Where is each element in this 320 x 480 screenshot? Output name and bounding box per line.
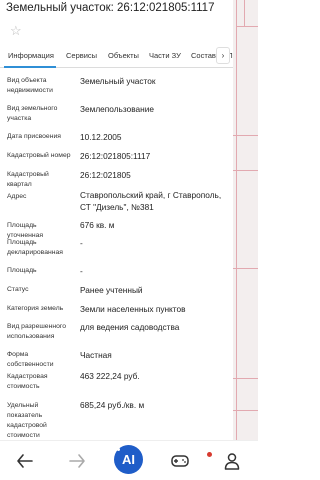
detail-value: Частная xyxy=(80,350,112,360)
detail-value: 10.12.2005 xyxy=(80,132,122,142)
tab-land-parts[interactable]: Части ЗУ xyxy=(149,51,181,60)
detail-value: 676 кв. м xyxy=(80,220,115,230)
forward-arrow-icon[interactable] xyxy=(67,451,87,471)
active-tab-indicator xyxy=(4,66,56,68)
favorite-star-icon[interactable]: ☆ xyxy=(10,24,22,37)
page-title: Земельный участок: 26:12:021805:1117 xyxy=(6,2,215,14)
detail-label: Вид разрешенного использования xyxy=(7,323,66,340)
detail-value: Ранее учтенный xyxy=(80,285,143,295)
tab-information[interactable]: Информация xyxy=(8,51,54,60)
profile-icon[interactable] xyxy=(222,451,242,471)
detail-label: Кадастровая стоимость xyxy=(7,373,48,390)
tab-objects[interactable]: Объекты xyxy=(108,51,139,60)
detail-value: для ведения садоводства xyxy=(80,322,180,332)
info-panel: Земельный участок: 26:12:021805:1117 ☆ И… xyxy=(0,0,233,440)
detail-value: 26:12:021805:1117 xyxy=(80,151,151,161)
detail-label: Кадастровый номер xyxy=(7,152,71,159)
detail-label: Адрес xyxy=(7,193,27,200)
detail-label: Категория земель xyxy=(7,305,64,312)
detail-value: - xyxy=(80,238,83,248)
detail-value: Землепользование xyxy=(80,104,154,114)
detail-label: Вид объекта недвижимости xyxy=(7,77,53,94)
tab-bar: Информация Сервисы Объекты Части ЗУ Сост… xyxy=(0,44,233,68)
detail-label: Кадастровый квартал xyxy=(7,171,49,188)
detail-label: Площадь xyxy=(7,267,37,274)
notification-dot xyxy=(207,452,212,457)
detail-value: 26:12:021805 xyxy=(80,170,131,180)
tab-services[interactable]: Сервисы xyxy=(66,51,97,60)
bottom-nav-bar: AI xyxy=(0,440,258,480)
gamepad-icon[interactable] xyxy=(170,451,190,471)
detail-value: 463 222,24 руб. xyxy=(80,371,140,381)
detail-value: Земли населенных пунктов xyxy=(80,304,186,314)
detail-label: Удельный показатель кадастровой стоимост… xyxy=(7,402,47,439)
detail-label: Дата присвоения xyxy=(7,133,61,140)
map-background[interactable] xyxy=(232,0,258,440)
detail-value: Земельный участок xyxy=(80,76,156,86)
ai-sparkle-icon xyxy=(117,448,120,451)
detail-value: - xyxy=(80,266,83,276)
detail-value: 685,24 руб./кв. м xyxy=(80,400,145,410)
detail-label: Вид земельного участка xyxy=(7,105,58,122)
tabs-scroll-right-icon[interactable]: › xyxy=(216,47,230,64)
back-arrow-icon[interactable] xyxy=(15,451,35,471)
detail-label: Статус xyxy=(7,286,29,293)
detail-value: Ставропольский край, г Ставрополь, СТ "Д… xyxy=(80,190,222,212)
detail-label: Форма собственности xyxy=(7,351,54,368)
detail-label: Площадь декларированная xyxy=(7,239,63,256)
